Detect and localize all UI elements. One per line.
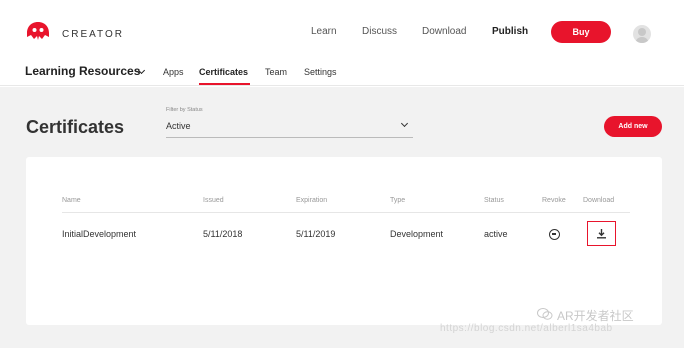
top-nav: CREATOR Learn Discuss Download Publish B…	[0, 0, 684, 58]
header-type: Type	[390, 197, 406, 204]
cell-name: InitialDevelopment	[62, 229, 137, 239]
cell-expiration: 5/11/2019	[296, 229, 336, 239]
nav-discuss[interactable]: Discuss	[362, 26, 397, 37]
header-expiration: Expiration	[296, 197, 328, 204]
watermark-url: https://blog.csdn.net/alberl1sa4bab	[440, 323, 613, 334]
filter-underline	[166, 137, 413, 138]
page-title: Certificates	[26, 117, 125, 137]
revoke-icon[interactable]	[549, 229, 560, 240]
wechat-icon	[537, 308, 553, 320]
resources-dropdown[interactable]: Learning Resources	[25, 64, 140, 78]
header-name: Name	[62, 197, 81, 204]
tab-team[interactable]: Team	[265, 67, 287, 77]
certificates-table: Name Issued Expiration Type Status Revok…	[26, 157, 662, 325]
tab-apps[interactable]: Apps	[163, 67, 184, 77]
cell-issued: 5/11/2018	[203, 229, 243, 239]
tab-settings[interactable]: Settings	[304, 67, 337, 77]
download-icon	[597, 229, 606, 239]
header-issued: Issued	[203, 197, 224, 204]
tab-certificates[interactable]: Certificates	[199, 67, 248, 77]
chevron-down-icon[interactable]	[400, 119, 409, 128]
header-status: Status	[484, 197, 504, 204]
watermark-brand: AR开发者社区	[557, 309, 634, 323]
status-filter-select[interactable]: Active	[166, 121, 191, 131]
header-revoke: Revoke	[542, 197, 566, 204]
sub-nav: Learning Resources Apps Certificates Tea…	[0, 58, 684, 86]
avatar-icon[interactable]	[633, 25, 651, 43]
buy-button[interactable]: Buy	[551, 21, 611, 43]
active-tab-indicator	[199, 83, 250, 85]
filter-label: Filter by Status	[166, 107, 203, 113]
logo-icon[interactable]	[26, 22, 50, 40]
cell-type: Development	[390, 229, 444, 239]
nav-learn[interactable]: Learn	[311, 26, 337, 37]
cell-status: active	[484, 229, 508, 239]
brand-name: CREATOR	[62, 29, 124, 40]
header-divider	[62, 212, 630, 213]
nav-download[interactable]: Download	[422, 26, 466, 37]
add-new-button[interactable]: Add new	[604, 116, 662, 137]
nav-publish[interactable]: Publish	[492, 26, 528, 37]
download-button[interactable]	[587, 221, 616, 246]
header-download: Download	[583, 197, 615, 204]
